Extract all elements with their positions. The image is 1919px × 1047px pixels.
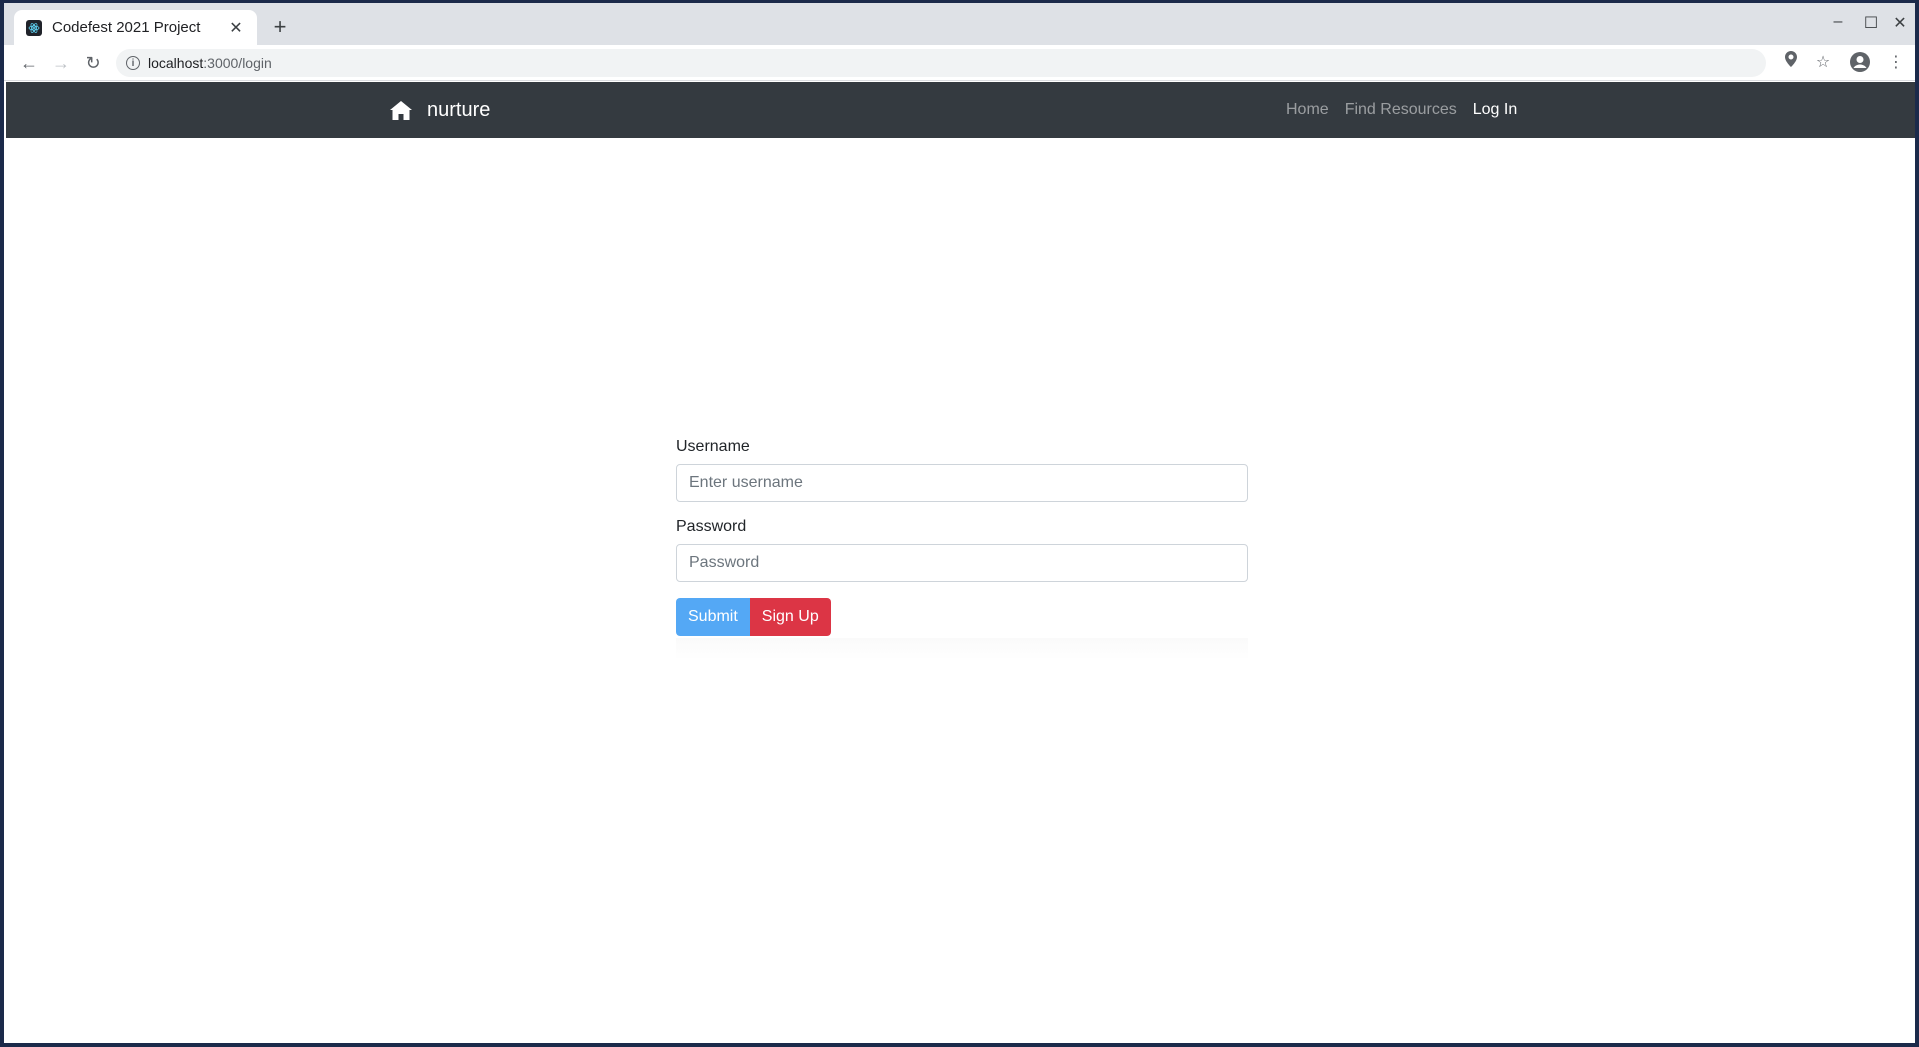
location-icon[interactable] [1779,51,1803,75]
new-tab-icon[interactable]: + [268,16,292,40]
react-favicon-icon [26,19,42,36]
site-navbar: nurture Home Find Resources Log In [6,82,1915,138]
brand-name: nurture [427,98,491,121]
back-icon[interactable]: ← [17,51,41,75]
maximize-icon[interactable]: ☐ [1861,13,1881,33]
browser-tab[interactable]: Codefest 2021 Project ✕ [14,10,257,45]
sign-up-button[interactable]: Sign Up [749,598,831,636]
nav-link-log-in[interactable]: Log In [1473,101,1517,119]
reload-icon[interactable]: ↻ [81,51,105,75]
password-input[interactable] [676,544,1248,582]
browser-toolbar: ← → ↻ i localhost:3000/login ☆ ⋮ [4,45,1915,81]
url-host: localhost [148,55,204,71]
bookmark-star-icon[interactable]: ☆ [1811,51,1835,75]
password-label: Password [676,518,747,535]
submit-button[interactable]: Submit [676,598,750,636]
form-footer-shade [676,638,1248,660]
profile-avatar-icon[interactable] [1848,51,1872,75]
address-bar[interactable]: i localhost:3000/login [116,49,1766,77]
form-buttons: Submit Sign Up [676,598,1248,636]
forward-icon[interactable]: → [49,51,73,75]
site-info-icon[interactable]: i [126,56,140,70]
window-close-icon[interactable]: ✕ [1890,13,1910,33]
nav-link-home[interactable]: Home [1286,101,1329,119]
username-group: Username [676,438,1248,502]
tab-strip: Codefest 2021 Project ✕ + – ☐ ✕ [4,3,1915,45]
username-input[interactable] [676,464,1248,502]
password-group: Password [676,518,1248,582]
url-path: :3000/login [203,55,272,71]
minimize-icon[interactable]: – [1828,13,1848,31]
username-label: Username [676,438,750,455]
login-form: Username Password Submit Sign Up [676,438,1248,660]
navbar-brand[interactable]: nurture [389,82,490,138]
tab-title: Codefest 2021 Project [52,19,201,36]
navbar-links: Home Find Resources Log In [1286,82,1517,138]
home-icon [390,101,412,120]
browser-menu-icon[interactable]: ⋮ [1884,51,1908,75]
page-content: nurture Home Find Resources Log In Usern… [6,82,1915,1043]
tab-close-icon[interactable]: ✕ [227,18,245,38]
nav-link-find-resources[interactable]: Find Resources [1345,101,1457,119]
browser-window: Codefest 2021 Project ✕ + – ☐ ✕ ← → ↻ i … [4,3,1915,1043]
